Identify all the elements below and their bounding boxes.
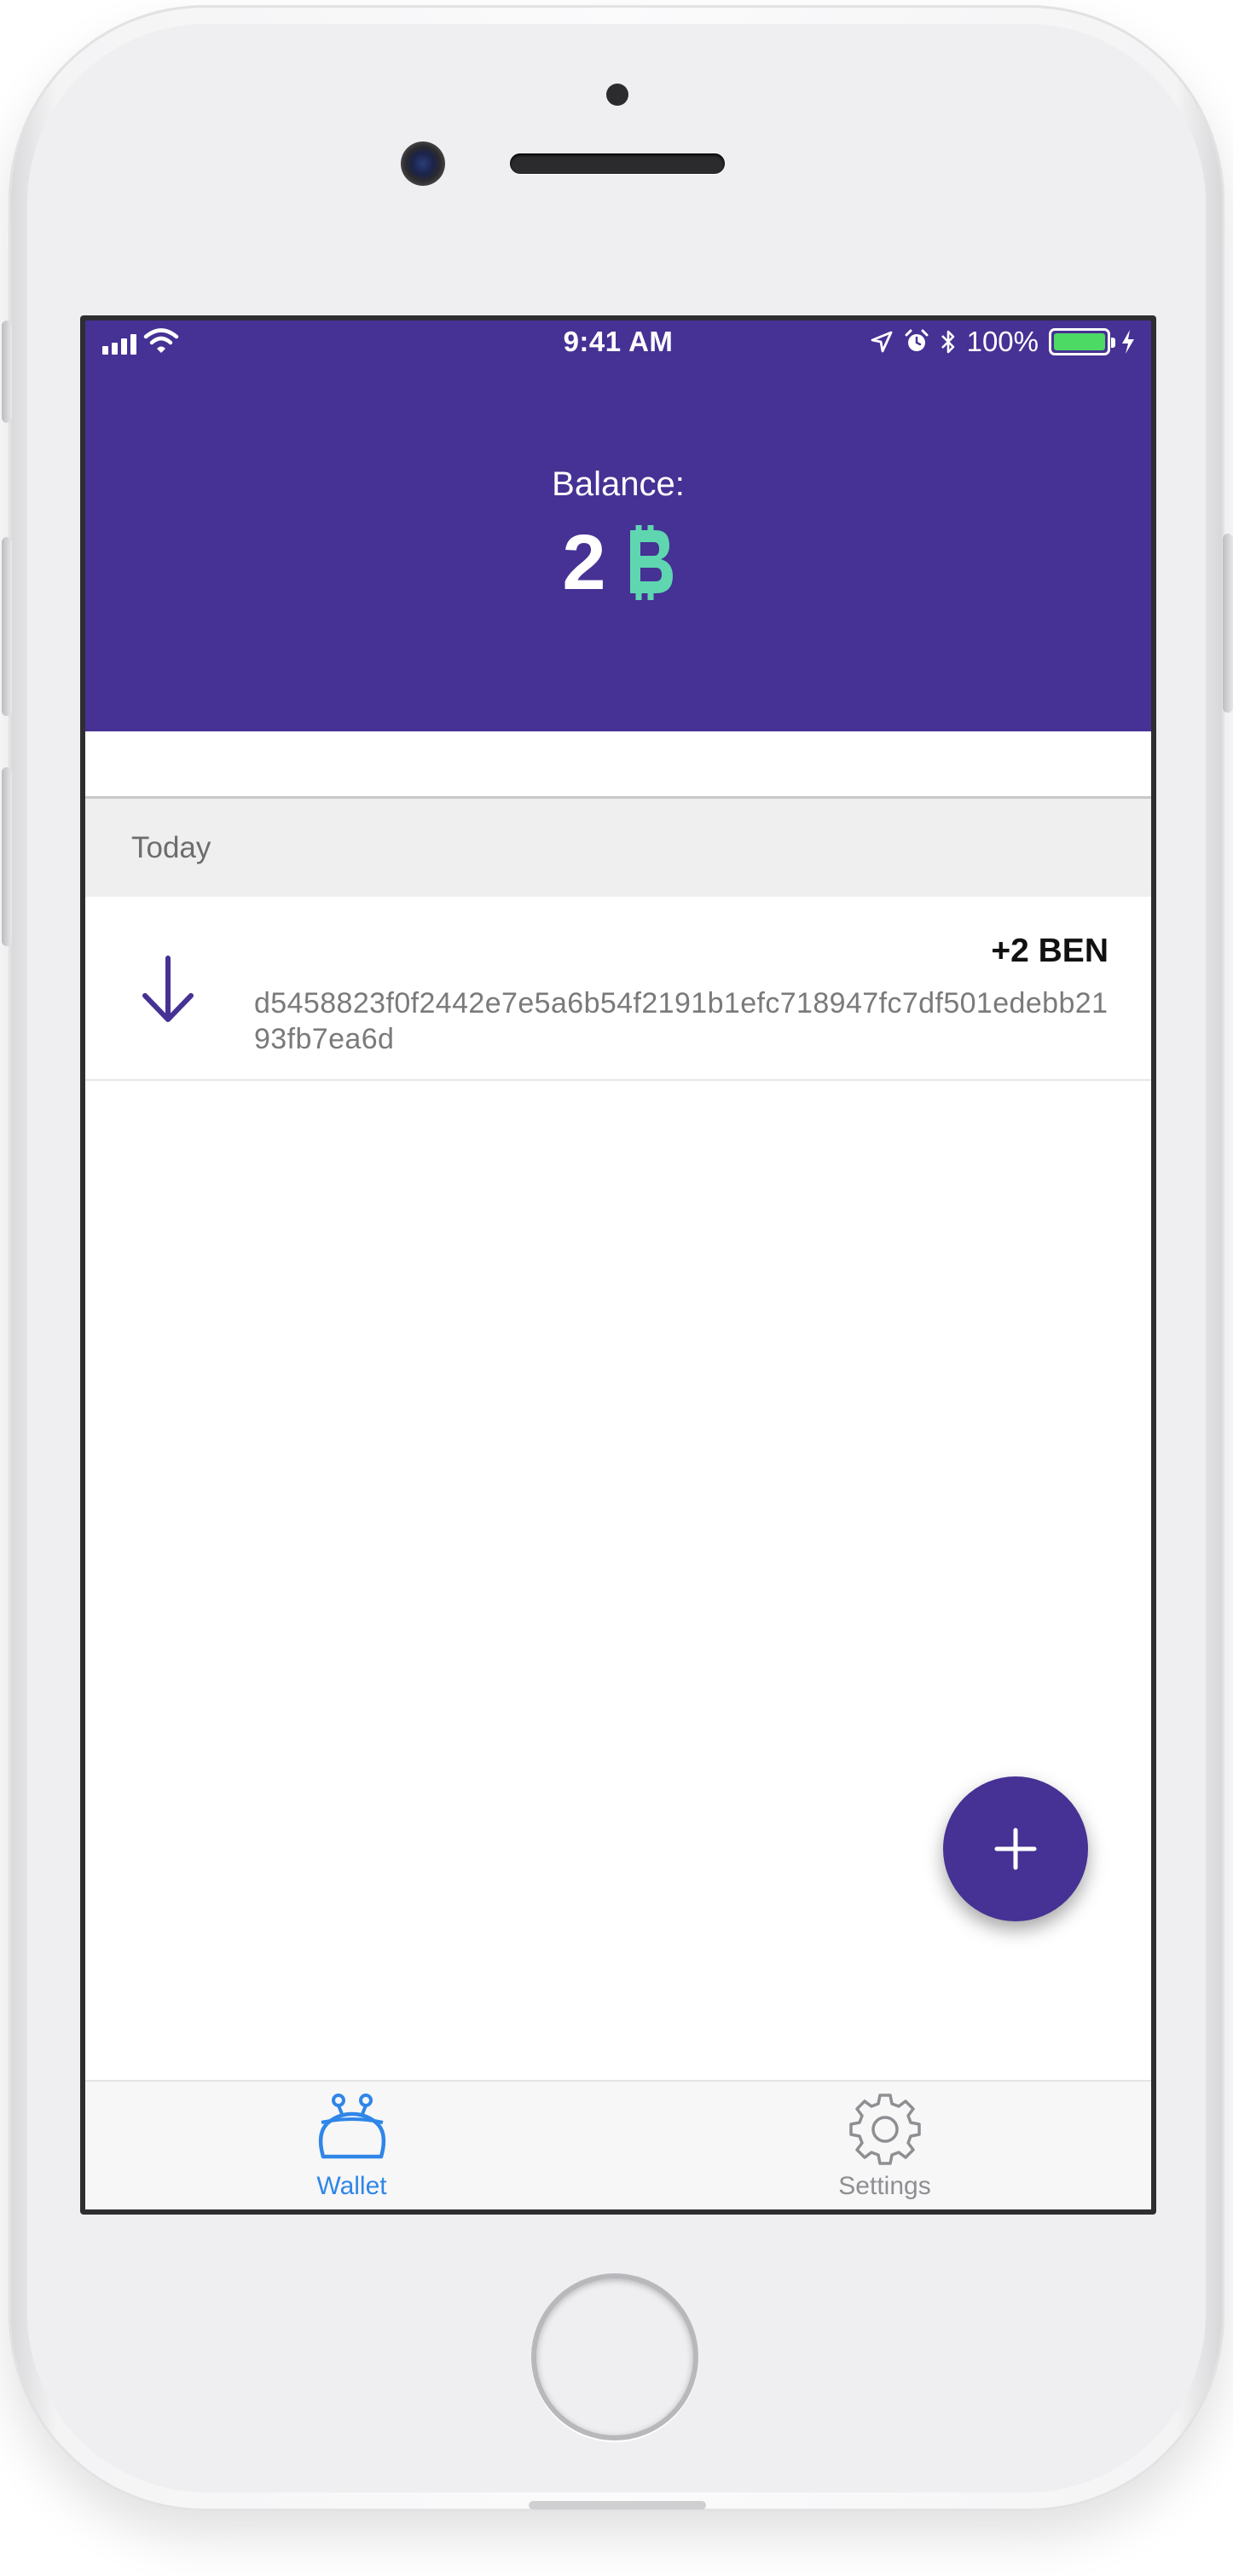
volume-down-button — [2, 767, 12, 946]
transaction-row[interactable]: +2 BEN d5458823f0f2442e7e5a6b54f2191b1ef… — [85, 897, 1151, 1081]
phone-screen: 9:41 AM 100% Balance: 2 Today +2 BEN d54… — [80, 315, 1156, 2215]
phone-bottom-edge — [529, 2501, 706, 2510]
app-screen: 9:41 AM 100% Balance: 2 Today +2 BEN d54… — [85, 321, 1151, 2209]
tab-settings-label: Settings — [838, 2172, 931, 2200]
volume-up-button — [2, 537, 12, 716]
battery-icon — [1049, 328, 1115, 355]
tab-bar: Wallet Settings — [85, 2080, 1151, 2209]
alarm-icon — [905, 329, 929, 351]
tab-wallet-label: Wallet — [316, 2172, 387, 2200]
proximity-sensor — [606, 84, 628, 106]
gear-icon — [848, 2094, 921, 2165]
wallet-icon — [318, 2094, 385, 2159]
section-label: Today — [131, 831, 211, 864]
transaction-hash: d5458823f0f2442e7e5a6b54f2191b1efc718947… — [254, 987, 1109, 1055]
bluetooth-icon — [941, 330, 954, 354]
status-right: 100% — [870, 326, 1136, 358]
plus-icon — [994, 1828, 1037, 1870]
arrow-down-icon — [142, 956, 194, 1022]
add-transaction-button[interactable] — [943, 1776, 1088, 1921]
balance-row: 2 — [85, 522, 1151, 604]
charging-icon — [1122, 330, 1134, 354]
tab-settings[interactable]: Settings — [618, 2082, 1151, 2209]
status-bar: 9:41 AM 100% — [85, 321, 1151, 360]
balance-value: 2 — [562, 519, 606, 606]
front-camera — [401, 142, 445, 186]
section-header-today: Today — [85, 796, 1151, 897]
earpiece-speaker — [510, 153, 725, 174]
battery-level — [1054, 333, 1105, 350]
power-button — [1223, 534, 1233, 713]
balance-label: Balance: — [552, 465, 685, 503]
transaction-amount: +2 BEN — [991, 933, 1109, 969]
tab-wallet[interactable]: Wallet — [85, 2082, 618, 2209]
ben-coin-icon — [629, 525, 673, 600]
battery-percent: 100% — [966, 326, 1039, 357]
location-icon — [871, 331, 892, 353]
balance-header: 9:41 AM 100% Balance: 2 — [85, 321, 1151, 731]
home-button[interactable] — [531, 2273, 698, 2440]
mute-switch — [2, 321, 12, 423]
